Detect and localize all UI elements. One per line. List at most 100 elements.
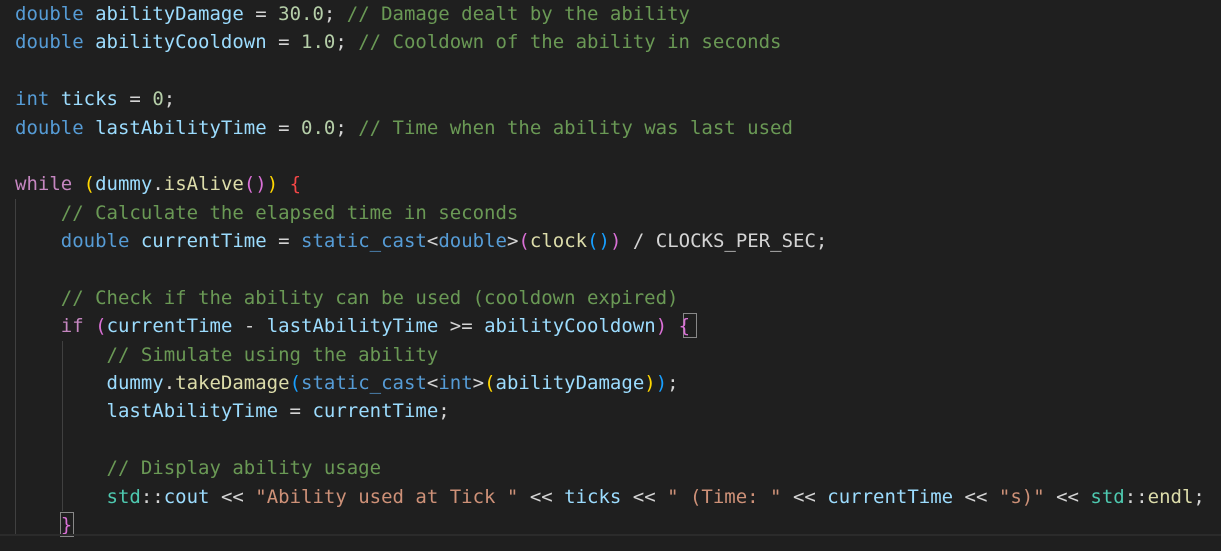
code-token: currentTime (312, 400, 439, 423)
code-token: double (15, 31, 84, 54)
code-line-2[interactable]: double abilityCooldown = 1.0; // Cooldow… (15, 28, 1205, 56)
code-token: currentTime (140, 230, 267, 253)
code-token: ticks (60, 88, 118, 111)
code-line-3-blank[interactable] (15, 57, 1205, 85)
code-token: < (426, 230, 439, 253)
code-line-17[interactable]: // Display ability usage (15, 454, 1205, 482)
code-token: () (587, 230, 610, 253)
code-line-14[interactable]: dummy.takeDamage(static_cast<int>(abilit… (15, 369, 1205, 397)
code-line-9[interactable]: double currentTime = static_cast<double>… (15, 227, 1205, 255)
code-line-6-blank[interactable] (15, 142, 1205, 170)
code-line-8[interactable]: // Calculate the elapsed time in seconds (15, 199, 1205, 227)
code-token: endl (1147, 485, 1194, 508)
code-token: abilityDamage (495, 372, 645, 395)
code-token: < (426, 372, 439, 395)
code-editor[interactable]: double abilityDamage = 30.0; // Damage d… (0, 0, 1221, 551)
code-token: // Cooldown of the ability in seconds (358, 31, 782, 54)
code-token: 1.0 (301, 31, 336, 54)
code-token: CLOCKS_PER_SEC (655, 230, 816, 253)
code-token: static_cast (301, 372, 427, 395)
code-token: . (152, 173, 164, 196)
code-token: ) (609, 230, 622, 253)
code-token: double (438, 230, 507, 253)
code-area[interactable]: double abilityDamage = 30.0; // Damage d… (15, 0, 1205, 539)
code-token: "Ability used at Tick " (255, 485, 519, 508)
code-token: . (163, 372, 176, 395)
code-token: cout (163, 485, 210, 508)
code-token: " (Time: " (667, 485, 782, 508)
code-line-1[interactable]: double abilityDamage = 30.0; // Damage d… (15, 0, 1205, 28)
code-line-4[interactable]: int ticks = 0; (15, 85, 1205, 113)
code-token: 30.0 (278, 3, 324, 25)
code-token: clock (529, 230, 588, 253)
code-token: << (1044, 485, 1091, 508)
code-token: { (678, 315, 691, 338)
code-token: ( (289, 372, 302, 395)
code-token: << (518, 485, 565, 508)
code-token: << (209, 485, 256, 508)
code-token: ( (518, 230, 530, 253)
code-line-18[interactable]: std::cout << "Ability used at Tick " << … (15, 483, 1205, 511)
code-token: std (1090, 485, 1125, 508)
code-token: = (117, 88, 153, 111)
code-line-11[interactable]: // Check if the ability can be used (coo… (15, 284, 1205, 312)
code-token: lastAbilityTime (106, 400, 279, 423)
code-token: ; (815, 230, 828, 253)
code-token: - (232, 315, 267, 338)
code-token: dummy (95, 173, 153, 196)
code-token: = (266, 116, 302, 139)
code-token: = (266, 31, 302, 54)
code-token: << (953, 485, 999, 508)
code-token: { (289, 173, 302, 196)
code-line-16-blank[interactable] (15, 426, 1205, 454)
code-line-13[interactable]: // Simulate using the ability (15, 341, 1205, 369)
code-token: = (266, 230, 302, 253)
code-token: ) (644, 372, 656, 395)
code-token: dummy (106, 372, 164, 395)
code-line-5[interactable]: double lastAbilityTime = 0.0; // Time wh… (15, 114, 1205, 142)
code-token: ; (335, 31, 359, 54)
code-token: ; (163, 88, 176, 111)
code-token: // Time when the ability was last used (358, 116, 793, 139)
code-token: double (60, 230, 130, 253)
code-line-10-blank[interactable] (15, 256, 1205, 284)
code-line-7[interactable]: while (dummy.isAlive()) { (15, 170, 1205, 198)
code-token: lastAbilityTime (95, 116, 267, 139)
code-token: ( (95, 315, 107, 338)
code-line-12[interactable]: if (currentTime - lastAbilityTime >= abi… (15, 312, 1205, 340)
code-token: "s)" (998, 485, 1045, 508)
code-token: static_cast (301, 230, 427, 253)
code-token: // Damage dealt by the ability (346, 3, 690, 25)
code-token: int (15, 88, 50, 111)
code-token: lastAbilityTime (266, 315, 439, 338)
code-token: ) (655, 315, 668, 338)
code-token: > (472, 372, 485, 395)
code-token: double (15, 116, 84, 139)
code-token: << (781, 485, 828, 508)
code-token: >= (438, 315, 485, 338)
code-token: abilityDamage (95, 3, 244, 25)
editor-bottom-rule (0, 534, 1221, 536)
code-token: ( (484, 372, 496, 395)
code-token: ; (335, 116, 359, 139)
code-token: :: (140, 485, 164, 508)
code-token: // Display ability usage (106, 457, 382, 480)
code-line-15[interactable]: lastAbilityTime = currentTime; (15, 397, 1205, 425)
code-token: } (60, 514, 73, 537)
code-token: ticks (564, 485, 622, 508)
